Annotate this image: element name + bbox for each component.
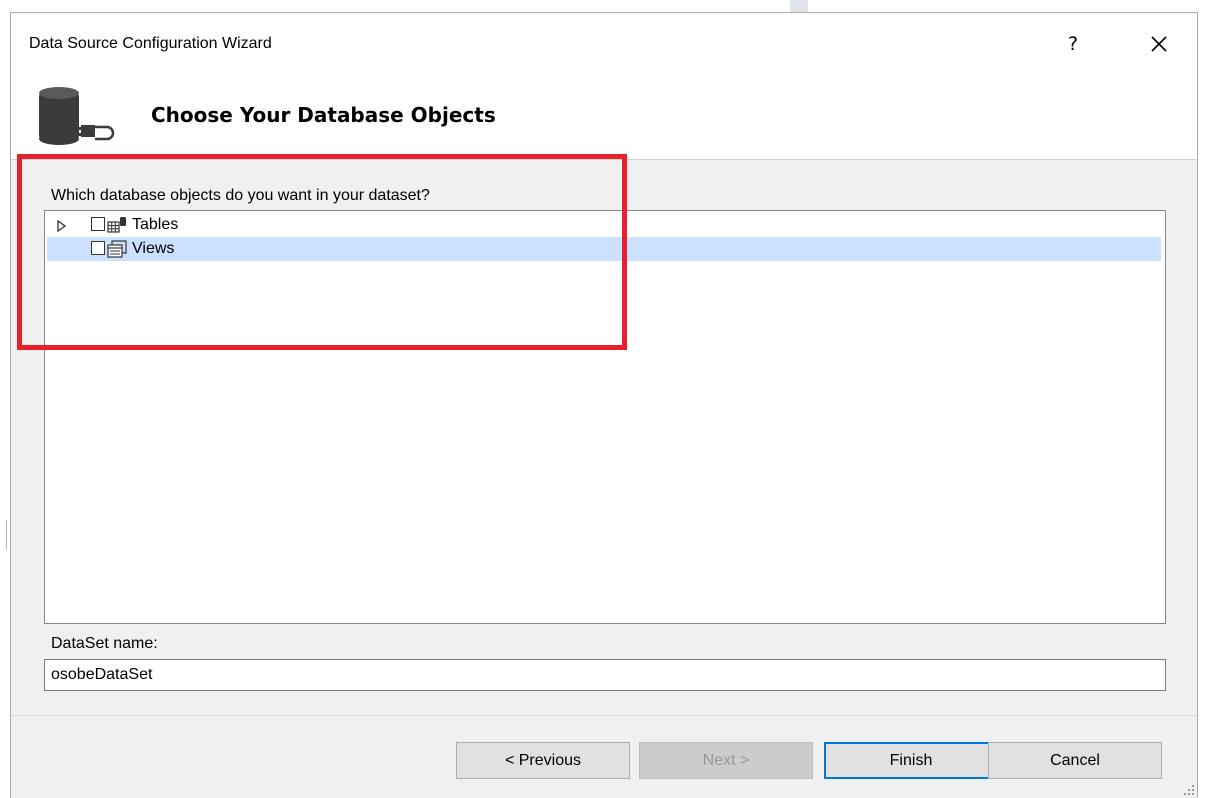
- cancel-button[interactable]: Cancel: [988, 742, 1162, 779]
- wizard-header: Choose Your Database Objects: [11, 73, 1197, 160]
- background-splitter: [790, 0, 808, 12]
- footer-divider: [11, 715, 1197, 716]
- page-title: Choose Your Database Objects: [151, 103, 496, 127]
- database-icon: [39, 87, 115, 145]
- dataset-name-input[interactable]: [44, 659, 1166, 691]
- annotation-highlight-box: [17, 154, 627, 350]
- finish-button[interactable]: Finish: [824, 742, 998, 779]
- close-icon: [1151, 36, 1167, 52]
- help-button[interactable]: ?: [1061, 29, 1085, 59]
- resize-grip-icon[interactable]: [1181, 782, 1195, 796]
- dataset-name-label: DataSet name:: [51, 635, 158, 652]
- next-button[interactable]: Next >: [639, 742, 813, 779]
- background-strip: [0, 0, 1208, 12]
- wizard-dialog: Data Source Configuration Wizard ? Choos…: [10, 12, 1198, 798]
- window-title: Data Source Configuration Wizard: [29, 35, 272, 52]
- background-edge: [0, 520, 7, 550]
- previous-button[interactable]: < Previous: [456, 742, 630, 779]
- title-bar: Data Source Configuration Wizard ?: [11, 13, 1197, 73]
- close-button[interactable]: [1141, 27, 1177, 61]
